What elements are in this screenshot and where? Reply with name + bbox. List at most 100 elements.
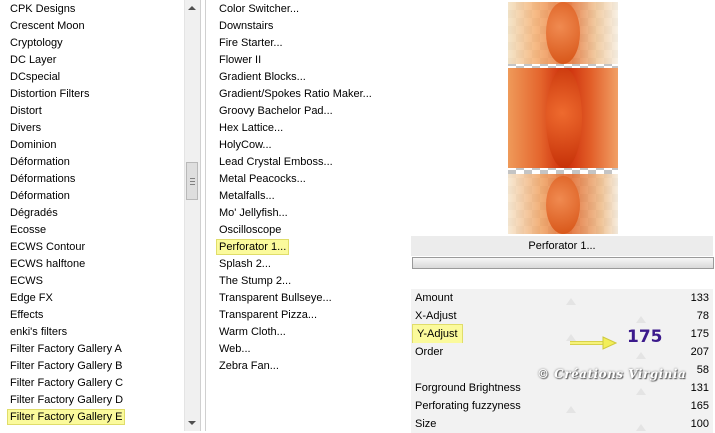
slider-tick-icon: [636, 316, 646, 323]
filter-list-panel: Color Switcher... Downstairs Fire Starter.…: [205, 0, 406, 431]
param-label: Forground Brightness: [415, 382, 521, 394]
category-item[interactable]: Cryptology: [0, 35, 184, 52]
param-slider[interactable]: Perforating fuzzyness 165: [411, 397, 713, 415]
scroll-up-arrow-icon[interactable]: [188, 6, 196, 10]
category-item[interactable]: Ecosse: [0, 222, 184, 239]
filter-item-label: Warm Cloth...: [219, 326, 286, 338]
category-item[interactable]: DCspecial: [0, 69, 184, 86]
filter-item[interactable]: HolyCow...: [206, 137, 390, 154]
category-item[interactable]: Déformations: [0, 171, 184, 188]
category-list[interactable]: CPK Designs Crescent Moon Cryptology DC Lay…: [0, 1, 184, 426]
filter-item[interactable]: Web...: [206, 341, 390, 358]
grip-line: [190, 181, 195, 182]
filter-item[interactable]: Groovy Bachelor Pad...: [206, 103, 390, 120]
slider-tick-icon: [566, 406, 576, 413]
filter-item[interactable]: Perforator 1...: [206, 239, 390, 256]
filter-item[interactable]: Transparent Pizza...: [206, 307, 390, 324]
filter-item-label: Groovy Bachelor Pad...: [219, 105, 333, 117]
category-item[interactable]: Effects: [0, 307, 184, 324]
category-item[interactable]: Filter Factory Gallery E: [0, 409, 184, 426]
category-item-label: Déformation: [10, 156, 70, 168]
filter-item[interactable]: Hex Lattice...: [206, 120, 390, 137]
category-item[interactable]: ECWS: [0, 273, 184, 290]
category-item[interactable]: Filter Factory Gallery D: [0, 392, 184, 409]
param-value: 175: [690, 328, 709, 340]
category-item[interactable]: Edge FX: [0, 290, 184, 307]
category-item-label: Distortion Filters: [10, 88, 90, 100]
category-item[interactable]: ECWS Contour: [0, 239, 184, 256]
filter-item-label: Downstairs: [219, 20, 274, 32]
param-label: Size: [415, 418, 437, 430]
filter-item-label: Transparent Bullseye...: [219, 292, 332, 304]
preview-oval: [546, 2, 580, 64]
param-value: 133: [690, 292, 709, 304]
category-item[interactable]: Crescent Moon: [0, 18, 184, 35]
category-item-label: ECWS halftone: [10, 258, 86, 270]
category-item-label: Dominion: [10, 139, 57, 151]
scroll-down-arrow-icon[interactable]: [188, 421, 196, 425]
filter-item[interactable]: Metal Peacocks...: [206, 171, 390, 188]
category-item-label: Distort: [10, 105, 42, 117]
param-slider[interactable]: Amount 133: [411, 289, 713, 307]
slider-tick-icon: [636, 352, 646, 359]
filter-title: Perforator 1...: [411, 236, 713, 256]
category-scrollbar[interactable]: [184, 0, 200, 431]
filter-preview-image: [508, 2, 618, 234]
category-item[interactable]: Divers: [0, 120, 184, 137]
filter-item[interactable]: Metalfalls...: [206, 188, 390, 205]
filter-item[interactable]: Zebra Fan...: [206, 358, 390, 375]
filter-item-label: Color Switcher...: [219, 3, 300, 15]
category-item[interactable]: Distort: [0, 103, 184, 120]
filter-item[interactable]: Gradient Blocks...: [206, 69, 390, 86]
filter-item-label: Perforator 1...: [216, 239, 290, 255]
category-item[interactable]: Distortion Filters: [0, 86, 184, 103]
param-slider[interactable]: Y-Adjust 175: [411, 324, 713, 344]
preview-oval: [546, 176, 580, 234]
filter-item-label: Mo' Jellyfish...: [219, 207, 288, 219]
filter-item-label: Flower II: [219, 54, 262, 66]
param-label: Amount: [415, 292, 453, 304]
filter-item[interactable]: Flower II: [206, 52, 390, 69]
filter-item[interactable]: Warm Cloth...: [206, 324, 390, 341]
filter-settings-panel: Perforator 1... Amount 133 X-Adjust 78 Y-Adj…: [409, 0, 715, 433]
scroll-thumb[interactable]: [186, 162, 198, 200]
param-value: 78: [696, 310, 709, 322]
filter-item-label: Transparent Pizza...: [219, 309, 318, 321]
category-item[interactable]: Déformation: [0, 154, 184, 171]
category-item[interactable]: Déformation: [0, 188, 184, 205]
param-value: 131: [690, 382, 709, 394]
filter-item[interactable]: The Stump 2...: [206, 273, 390, 290]
callout-arrow-icon: [570, 336, 617, 350]
category-item[interactable]: Filter Factory Gallery B: [0, 358, 184, 375]
filter-list[interactable]: Color Switcher... Downstairs Fire Starter.…: [206, 1, 390, 375]
category-item[interactable]: enki's filters: [0, 324, 184, 341]
filter-item-label: Metal Peacocks...: [219, 173, 306, 185]
category-item[interactable]: Dégradés: [0, 205, 184, 222]
filter-item[interactable]: Transparent Bullseye...: [206, 290, 390, 307]
filter-item[interactable]: Color Switcher...: [206, 1, 390, 18]
filter-item[interactable]: Splash 2...: [206, 256, 390, 273]
param-slider[interactable]: Order 207: [411, 343, 713, 361]
filter-item-label: HolyCow...: [219, 139, 272, 151]
category-item[interactable]: ECWS halftone: [0, 256, 184, 273]
callout-value: 175: [627, 327, 663, 347]
filter-item[interactable]: Lead Crystal Emboss...: [206, 154, 390, 171]
category-item[interactable]: Filter Factory Gallery C: [0, 375, 184, 392]
category-item[interactable]: Filter Factory Gallery A: [0, 341, 184, 358]
param-slider[interactable]: Forground Brightness 131: [411, 379, 713, 397]
category-item-label: CPK Designs: [10, 3, 76, 15]
param-slider[interactable]: Size 100: [411, 415, 713, 433]
filter-item[interactable]: Downstairs: [206, 18, 390, 35]
category-item[interactable]: Dominion: [0, 137, 184, 154]
category-item-label: Divers: [10, 122, 42, 134]
filter-item[interactable]: Fire Starter...: [206, 35, 390, 52]
category-item[interactable]: DC Layer: [0, 52, 184, 69]
param-slider[interactable]: X-Adjust 78: [411, 307, 713, 325]
filter-item[interactable]: Gradient/Spokes Ratio Maker...: [206, 86, 390, 103]
filter-item[interactable]: Mo' Jellyfish...: [206, 205, 390, 222]
filter-item[interactable]: Oscilloscope: [206, 222, 390, 239]
category-item[interactable]: CPK Designs: [0, 1, 184, 18]
category-item-label: Filter Factory Gallery B: [10, 360, 123, 372]
filter-item-label: Fire Starter...: [219, 37, 283, 49]
category-item-label: Effects: [10, 309, 44, 321]
